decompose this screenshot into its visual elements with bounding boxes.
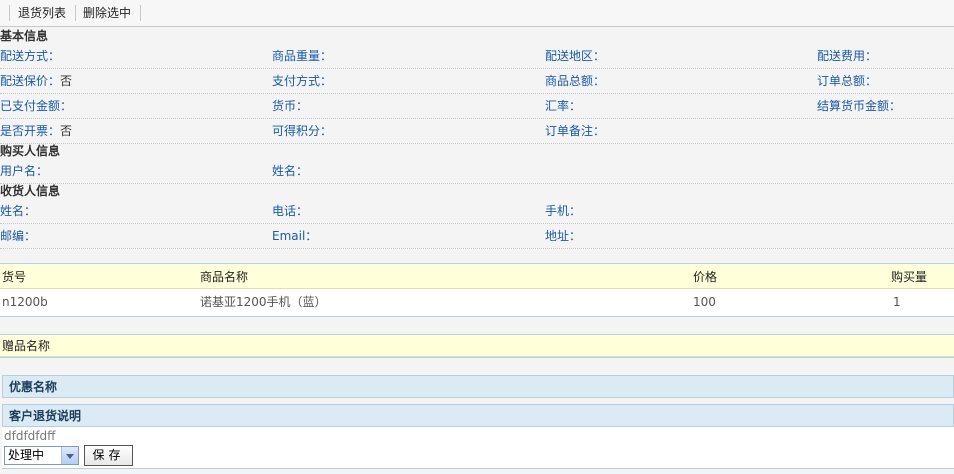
field-label: 订单备注： [545,124,606,138]
info-field: 支付方式： [272,73,332,89]
toolbar-separator [9,5,10,21]
info-field: 订单备注： [545,123,605,139]
info-field: 可得积分： [272,123,332,139]
field-label: 邮编： [0,229,37,243]
column-header: 赠品名称 [2,339,51,353]
table-row: n1200b 诺基亚1200手机（蓝） 100 1 [0,289,954,315]
product-quantity: 1 [893,295,901,309]
toolbar-separator [140,5,141,21]
save-button[interactable]: 保存 [84,445,133,466]
info-field: 货币： [272,98,308,114]
info-field: 姓名： [0,203,36,219]
info-field: 商品总额： [545,73,605,89]
status-select[interactable]: 处理中 [4,446,79,465]
field-label: 配送方式： [0,49,61,63]
gifts-table: 赠品名称 [0,334,954,358]
field-label: 姓名： [272,164,309,178]
info-row: 是否开票：否 可得积分： 订单备注： [0,119,954,144]
field-label: 商品重量： [272,49,333,63]
info-field: 是否开票：否 [0,123,72,139]
table-header: 货号 商品名称 价格 购买量 [0,264,954,289]
info-field: 汇率： [545,98,581,114]
chevron-down-icon [66,454,74,459]
field-label: 用户名： [0,164,49,178]
field-label: 配送保价： [0,74,61,88]
info-field: 邮编： [0,228,36,244]
field-label: 商品总额： [545,74,606,88]
field-label: 支付方式： [272,74,333,88]
info-field: 姓名： [272,163,308,179]
promotion-bar: 优惠名称 [2,375,954,398]
product-price: 100 [693,295,716,309]
customer-note-title: 客户退货说明 [9,409,82,423]
return-list-button[interactable]: 退货列表 [18,5,66,21]
customer-note-text: dfdfdfdff [4,429,56,443]
info-field: 结算货币金额： [817,98,901,114]
customer-note-bar: 客户退货说明 [2,404,954,427]
field-label: 电话： [272,204,309,218]
field-label: 货币： [272,99,309,113]
info-field: 配送保价：否 [0,73,72,89]
info-field: 电话： [272,203,308,219]
info-field: 地址： [545,228,581,244]
info-field: 商品重量： [272,48,332,64]
field-value: 否 [60,74,73,88]
info-field: 已支付金额： [0,98,72,114]
info-field: 订单总额： [817,73,877,89]
buyer-info-title: 购买人信息 [0,144,61,158]
field-label: 地址： [545,229,582,243]
toolbar-separator [75,5,76,21]
field-label: 配送费用： [817,49,878,63]
toolbar: 退货列表 删除选中 [0,0,954,27]
promotion-title: 优惠名称 [9,380,58,394]
receiver-info-title: 收货人信息 [0,184,61,198]
field-label: 已支付金额： [0,99,73,113]
info-row: 用户名： 姓名： [0,159,954,184]
info-field: 配送方式： [0,48,60,64]
info-field: 配送地区： [545,48,605,64]
info-field: 用户名： [0,163,48,179]
info-row: 邮编： Email： 地址： [0,224,954,249]
info-field: 手机： [545,203,581,219]
column-header: 价格 [693,270,718,284]
info-row: 配送方式： 商品重量： 配送地区： 配送费用： [0,44,954,69]
product-name: 诺基亚1200手机（蓝） [200,295,327,309]
field-label: 结算货币金额： [817,99,902,113]
column-header: 商品名称 [200,270,249,284]
product-sku: n1200b [2,295,48,309]
info-field: Email： [272,228,317,244]
field-label: Email： [272,229,318,243]
delete-selected-button[interactable]: 删除选中 [83,5,131,21]
table-header: 赠品名称 [0,335,954,357]
dropdown-button[interactable] [61,447,78,464]
basic-info-title: 基本信息 [0,29,49,43]
column-header: 购买量 [891,270,928,284]
status-selected-value: 处理中 [8,448,45,462]
field-label: 配送地区： [545,49,606,63]
field-value: 否 [60,124,73,138]
column-header: 货号 [2,270,27,284]
field-label: 可得积分： [272,124,333,138]
field-label: 汇率： [545,99,582,113]
info-row: 已支付金额： 货币： 汇率： 结算货币金额： [0,94,954,119]
customer-note-area: dfdfdfdff 处理中 保存 [2,427,954,469]
products-table: 货号 商品名称 价格 购买量 n1200b 诺基亚1200手机（蓝） 100 1 [0,263,954,317]
field-label: 姓名： [0,204,37,218]
field-label: 订单总额： [817,74,878,88]
info-row: 配送保价：否 支付方式： 商品总额： 订单总额： [0,69,954,94]
field-label: 手机： [545,204,582,218]
info-row: 姓名： 电话： 手机： [0,199,954,224]
info-field: 配送费用： [817,48,877,64]
field-label: 是否开票： [0,124,61,138]
